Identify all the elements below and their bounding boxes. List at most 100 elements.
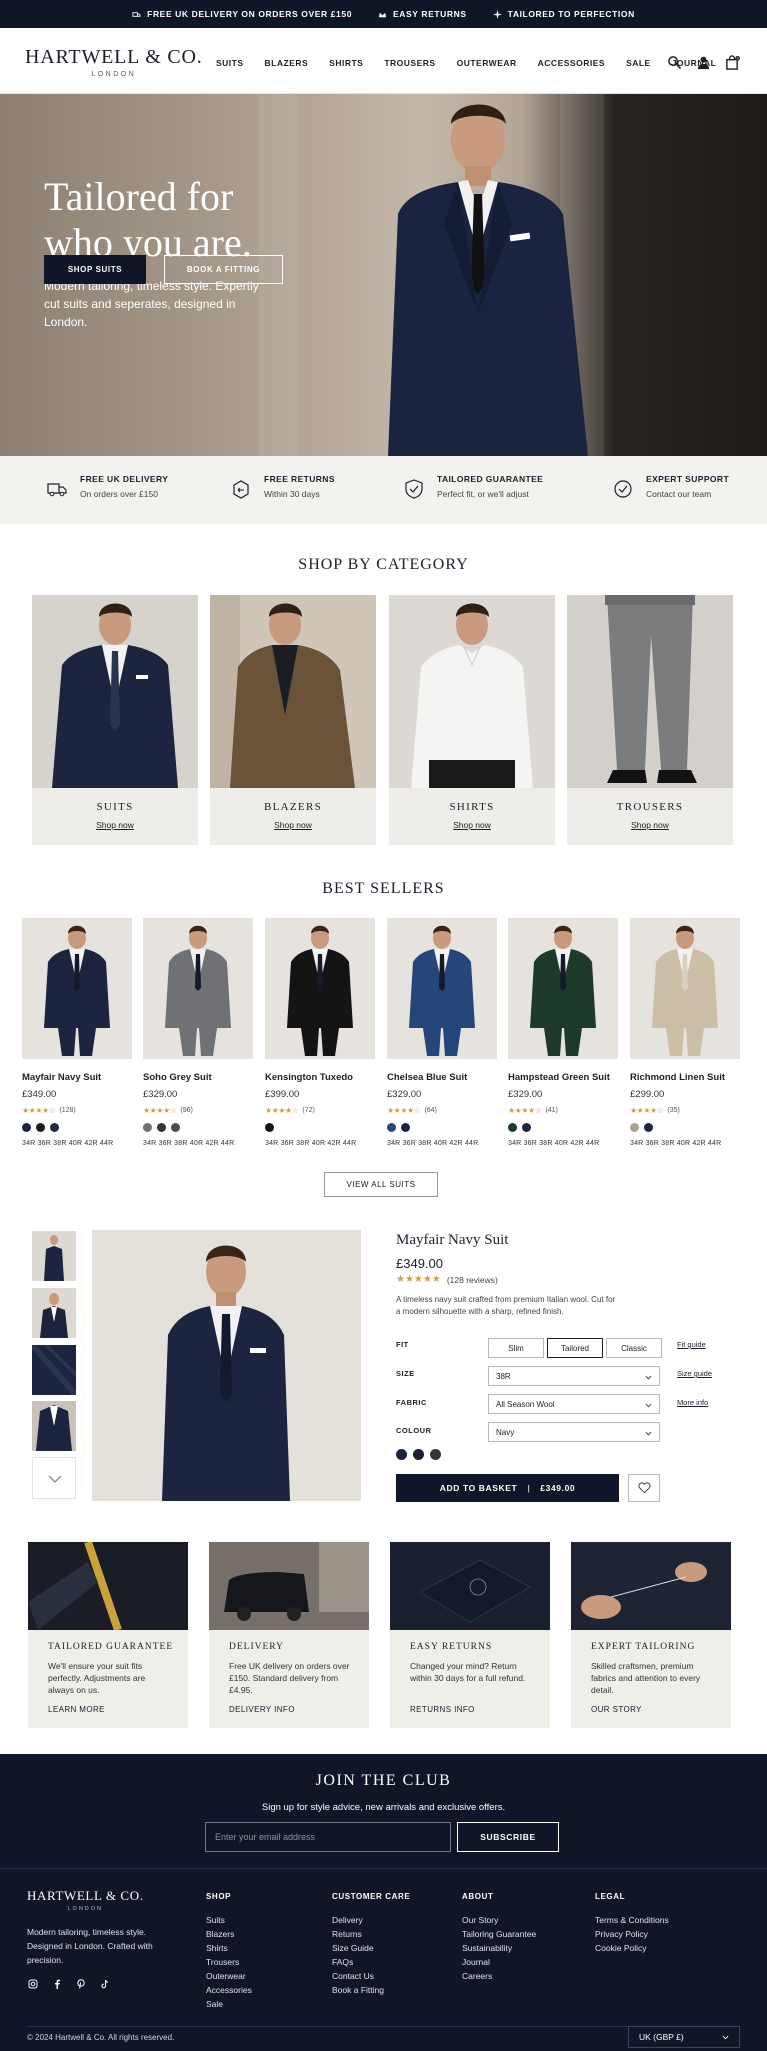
category-card-suits[interactable]: SUITS Shop now	[32, 595, 198, 845]
product-card[interactable]: Mayfair Navy Suit £349.00 ★★★★☆ (128) 34R 36…	[22, 918, 132, 1147]
pinterest-icon[interactable]	[76, 1979, 86, 1989]
product-rating: ★★★★☆ (96)	[143, 1106, 253, 1115]
nav-trousers[interactable]: TROUSERS	[384, 58, 435, 68]
footer-link[interactable]: Sustainability	[462, 1941, 536, 1955]
product-card[interactable]: Soho Grey Suit £329.00 ★★★★☆ (96) 34R 36R 38…	[143, 918, 253, 1147]
shop-now-link[interactable]: Shop now	[32, 820, 198, 830]
fabric-select[interactable]: All Season Wool	[488, 1394, 660, 1414]
footer-link[interactable]: Size Guide	[332, 1941, 410, 1955]
footer-link[interactable]: Returns	[332, 1927, 410, 1941]
colour-swatch[interactable]	[630, 1123, 639, 1132]
fit-option-classic[interactable]: Classic	[606, 1338, 662, 1358]
footer-link[interactable]: Careers	[462, 1969, 536, 1983]
product-rating[interactable]: ★★★★★ (128 reviews)	[396, 1274, 498, 1285]
nav-shirts[interactable]: SHIRTS	[329, 58, 363, 68]
footer-logo[interactable]: HARTWELL & CO. LONDON	[27, 1888, 144, 1912]
colour-select[interactable]: Navy	[488, 1422, 660, 1442]
subscribe-button[interactable]: SUBSCRIBE	[457, 1822, 559, 1852]
colour-swatch[interactable]	[508, 1123, 517, 1132]
instagram-icon[interactable]	[28, 1979, 38, 1989]
colour-swatch[interactable]	[36, 1123, 45, 1132]
colour-swatch[interactable]	[396, 1449, 407, 1460]
tiktok-icon[interactable]	[100, 1979, 110, 1989]
colour-swatch[interactable]	[171, 1123, 180, 1132]
colour-swatch[interactable]	[143, 1123, 152, 1132]
shop-now-link[interactable]: Shop now	[567, 820, 733, 830]
account-icon[interactable]	[696, 55, 711, 70]
brand-logo[interactable]: HARTWELL & CO. LONDON	[25, 46, 203, 78]
footer-link[interactable]: Suits	[206, 1913, 252, 1927]
shop-now-link[interactable]: Shop now	[389, 820, 555, 830]
product-card[interactable]: Hampstead Green Suit £329.00 ★★★★☆ (41) 34R …	[508, 918, 618, 1147]
categories-title: SHOP BY CATEGORY	[298, 556, 469, 573]
search-icon[interactable]	[667, 55, 682, 70]
product-thumbnail[interactable]	[32, 1288, 76, 1338]
colour-swatch[interactable]	[157, 1123, 166, 1132]
footer-link[interactable]: Sale	[206, 1997, 252, 2011]
footer-link[interactable]: Trousers	[206, 1955, 252, 1969]
delivery-info-link[interactable]: DELIVERY INFO	[229, 1705, 295, 1714]
thumbnails-scroll-down[interactable]	[32, 1457, 76, 1499]
fit-option-tailored[interactable]: Tailored	[547, 1338, 603, 1358]
colour-swatch[interactable]	[413, 1449, 424, 1460]
product-thumbnail[interactable]	[32, 1231, 76, 1281]
nav-suits[interactable]: SUITS	[216, 58, 244, 68]
size-select[interactable]: 38R	[488, 1366, 660, 1386]
nav-outerwear[interactable]: OUTERWEAR	[457, 58, 517, 68]
colour-swatch[interactable]	[387, 1123, 396, 1132]
footer-link[interactable]: Terms & Conditions	[595, 1913, 669, 1927]
colour-swatch[interactable]	[50, 1123, 59, 1132]
product-card[interactable]: Chelsea Blue Suit £329.00 ★★★★☆ (64) 34R 36R…	[387, 918, 497, 1147]
colour-swatch[interactable]	[430, 1449, 441, 1460]
view-all-suits-button[interactable]: VIEW ALL SUITS	[324, 1172, 438, 1197]
colour-swatch[interactable]	[401, 1123, 410, 1132]
nav-blazers[interactable]: BLAZERS	[265, 58, 309, 68]
facebook-icon[interactable]	[52, 1979, 62, 1989]
category-card-trousers[interactable]: TROUSERS Shop now	[567, 595, 733, 845]
add-to-basket-button[interactable]: ADD TO BASKET | £349.00	[396, 1474, 619, 1502]
category-card-shirts[interactable]: SHIRTS Shop now	[389, 595, 555, 845]
size-guide-link[interactable]: Size guide	[677, 1369, 712, 1378]
footer-link[interactable]: Tailoring Guarantee	[462, 1927, 536, 1941]
product-image	[387, 918, 497, 1059]
our-story-link[interactable]: OUR STORY	[591, 1705, 642, 1714]
product-rating: ★★★★☆ (41)	[508, 1106, 618, 1115]
wishlist-button[interactable]	[628, 1474, 660, 1502]
fit-option-slim[interactable]: Slim	[488, 1338, 544, 1358]
shop-suits-button[interactable]: SHOP SUITS	[44, 255, 146, 284]
product-card[interactable]: Richmond Linen Suit £299.00 ★★★★☆ (35) 34R 3…	[630, 918, 740, 1147]
book-fitting-button[interactable]: BOOK A FITTING	[164, 255, 283, 284]
footer-link[interactable]: Shirts	[206, 1941, 252, 1955]
returns-info-link[interactable]: RETURNS INFO	[410, 1705, 475, 1714]
footer-link[interactable]: Contact Us	[332, 1969, 410, 1983]
footer-link[interactable]: Privacy Policy	[595, 1927, 669, 1941]
product-thumbnail[interactable]	[32, 1401, 76, 1451]
shop-now-link[interactable]: Shop now	[210, 820, 376, 830]
footer-link[interactable]: Cookie Policy	[595, 1941, 669, 1955]
footer-link[interactable]: Book a Fitting	[332, 1983, 410, 1997]
service-image	[571, 1542, 731, 1630]
nav-sale[interactable]: SALE	[626, 58, 651, 68]
colour-swatch[interactable]	[22, 1123, 31, 1132]
footer-link[interactable]: Journal	[462, 1955, 536, 1969]
fabric-info-link[interactable]: More info	[677, 1398, 708, 1407]
region-selector[interactable]: UK (GBP £)	[628, 2026, 740, 2048]
footer-link[interactable]: Blazers	[206, 1927, 252, 1941]
footer-link[interactable]: Our Story	[462, 1913, 536, 1927]
product-thumbnail[interactable]	[32, 1345, 76, 1395]
nav-accessories[interactable]: ACCESSORIES	[538, 58, 605, 68]
footer-link[interactable]: FAQs	[332, 1955, 410, 1969]
footer-link[interactable]: Outerwear	[206, 1969, 252, 1983]
product-card[interactable]: Kensington Tuxedo £399.00 ★★★★☆ (72) 34R 36R…	[265, 918, 375, 1147]
category-card-blazers[interactable]: BLAZERS Shop now	[210, 595, 376, 845]
review-count: (41)	[545, 1107, 558, 1114]
footer-link[interactable]: Accessories	[206, 1983, 252, 1997]
colour-swatch[interactable]	[644, 1123, 653, 1132]
colour-swatch[interactable]	[265, 1123, 274, 1132]
email-input[interactable]	[205, 1822, 451, 1852]
learn-more-link[interactable]: LEARN MORE	[48, 1705, 105, 1714]
footer-link[interactable]: Delivery	[332, 1913, 410, 1927]
bag-icon[interactable]: 0	[725, 55, 740, 70]
colour-swatch[interactable]	[522, 1123, 531, 1132]
fit-guide-link[interactable]: Fit guide	[677, 1340, 706, 1349]
